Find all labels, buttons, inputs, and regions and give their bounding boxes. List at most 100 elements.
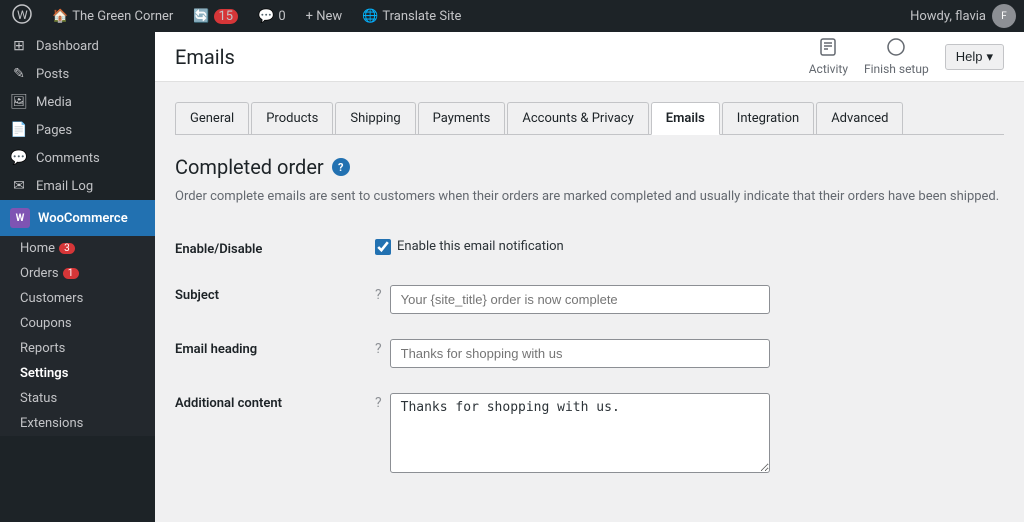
- howdy-section[interactable]: Howdy, flavia F: [910, 4, 1016, 28]
- tab-products[interactable]: Products: [251, 102, 333, 134]
- subject-field-row: ?: [375, 285, 1004, 314]
- sidebar-item-comments[interactable]: 💬 Comments: [0, 144, 155, 172]
- woo-sub-reports[interactable]: Reports: [0, 336, 155, 361]
- comments-nav-icon: 💬: [10, 150, 28, 166]
- updates-item[interactable]: 🔄 15: [189, 9, 242, 24]
- woo-sub-settings[interactable]: Settings: [0, 361, 155, 386]
- subject-label: Subject: [175, 272, 375, 326]
- sidebar-item-pages[interactable]: 📄 Pages: [0, 116, 155, 144]
- woo-sub-orders[interactable]: Orders 1: [0, 261, 155, 286]
- help-label: Help: [956, 49, 983, 64]
- page-title: Emails: [175, 45, 235, 69]
- section-description: Order complete emails are sent to custom…: [175, 187, 1004, 207]
- content-header: Emails Activity Finish setup Help ▾: [155, 32, 1024, 82]
- site-icon: 🏠: [52, 9, 68, 24]
- pages-icon: 📄: [10, 122, 28, 138]
- subject-help-icon[interactable]: ?: [375, 287, 382, 303]
- media-icon: 🖼: [10, 94, 28, 110]
- section-title: Completed order ?: [175, 155, 1004, 179]
- sidebar-item-label: Email Log: [36, 179, 93, 194]
- sidebar-item-label: Comments: [36, 151, 100, 166]
- additional-content-row: Additional content ?: [175, 380, 1004, 485]
- chevron-down-icon: ▾: [986, 49, 993, 65]
- main-content: General Products Shipping Payments Accou…: [155, 82, 1024, 522]
- avatar: F: [992, 4, 1016, 28]
- sidebar-item-label: Pages: [36, 123, 72, 138]
- additional-content-help-icon[interactable]: ?: [375, 395, 382, 411]
- tab-shipping[interactable]: Shipping: [335, 102, 415, 134]
- woo-sub-extensions[interactable]: Extensions: [0, 411, 155, 436]
- comments-item[interactable]: 💬 0: [254, 9, 290, 24]
- tab-general[interactable]: General: [175, 102, 249, 134]
- help-button[interactable]: Help ▾: [945, 44, 1004, 70]
- email-heading-label: Email heading: [175, 326, 375, 380]
- enable-disable-row: Enable/Disable Enable this email notific…: [175, 227, 1004, 273]
- section-title-text: Completed order: [175, 155, 324, 179]
- email-heading-row: Email heading ?: [175, 326, 1004, 380]
- additional-content-label: Additional content: [175, 380, 375, 485]
- finish-setup-icon: [886, 37, 906, 60]
- sidebar-item-label: Dashboard: [36, 39, 99, 54]
- additional-content-field-row: ?: [375, 393, 1004, 473]
- svg-text:W: W: [17, 8, 28, 22]
- woo-settings-label: Settings: [20, 366, 68, 381]
- enable-checkbox-label: Enable this email notification: [397, 239, 564, 254]
- woo-home-label: Home: [20, 241, 55, 256]
- subject-row: Subject ?: [175, 272, 1004, 326]
- updates-icon: 🔄: [193, 9, 209, 24]
- sidebar-item-media[interactable]: 🖼 Media: [0, 88, 155, 116]
- wp-logo-icon: W: [12, 4, 32, 29]
- sidebar-item-email-log[interactable]: ✉ Email Log: [0, 172, 155, 200]
- settings-form: Enable/Disable Enable this email notific…: [175, 227, 1004, 486]
- activity-label: Activity: [809, 62, 848, 76]
- sidebar-item-dashboard[interactable]: ⊞ Dashboard: [0, 32, 155, 60]
- tab-integration[interactable]: Integration: [722, 102, 814, 134]
- activity-icon: [818, 37, 838, 60]
- enable-disable-field: Enable this email notification: [375, 239, 1004, 255]
- woo-icon: W: [10, 208, 30, 228]
- admin-bar: W 🏠 The Green Corner 🔄 15 💬 0 + New 🌐 Tr…: [0, 0, 1024, 32]
- email-heading-input[interactable]: [390, 339, 770, 368]
- dashboard-icon: ⊞: [10, 38, 28, 54]
- content-area: Emails Activity Finish setup Help ▾: [155, 32, 1024, 522]
- finish-setup-label: Finish setup: [864, 62, 929, 76]
- woo-sub-customers[interactable]: Customers: [0, 286, 155, 311]
- woocommerce-header[interactable]: W WooCommerce: [0, 200, 155, 236]
- site-name[interactable]: 🏠 The Green Corner: [48, 9, 177, 24]
- translate-icon: 🌐: [362, 9, 378, 24]
- activity-button[interactable]: Activity: [809, 37, 848, 76]
- sidebar-item-label: Posts: [36, 67, 69, 82]
- tab-payments[interactable]: Payments: [418, 102, 506, 134]
- comments-icon: 💬: [258, 9, 274, 24]
- sidebar-item-label: Media: [36, 95, 72, 110]
- tab-advanced[interactable]: Advanced: [816, 102, 903, 134]
- sidebar-item-posts[interactable]: ✎ Posts: [0, 60, 155, 88]
- enable-checkbox[interactable]: [375, 239, 391, 255]
- email-section: Completed order ? Order complete emails …: [175, 155, 1004, 486]
- woo-extensions-label: Extensions: [20, 416, 83, 431]
- woo-status-label: Status: [20, 391, 57, 406]
- translate-item[interactable]: 🌐 Translate Site: [358, 9, 465, 24]
- tab-emails[interactable]: Emails: [651, 102, 720, 135]
- woo-sub-coupons[interactable]: Coupons: [0, 311, 155, 336]
- woo-coupons-label: Coupons: [20, 316, 72, 331]
- email-heading-field-row: ?: [375, 339, 1004, 368]
- enable-disable-label: Enable/Disable: [175, 227, 375, 273]
- woocommerce-label: WooCommerce: [38, 211, 128, 226]
- new-item[interactable]: + New: [302, 9, 347, 24]
- subject-input[interactable]: [390, 285, 770, 314]
- tab-accounts-privacy[interactable]: Accounts & Privacy: [507, 102, 648, 134]
- woo-orders-label: Orders: [20, 266, 59, 281]
- posts-icon: ✎: [10, 66, 28, 82]
- additional-content-textarea[interactable]: [390, 393, 770, 473]
- wp-logo-item[interactable]: W: [8, 4, 36, 29]
- woo-reports-label: Reports: [20, 341, 65, 356]
- email-log-icon: ✉: [10, 178, 28, 194]
- finish-setup-button[interactable]: Finish setup: [864, 37, 929, 76]
- woo-sub-home[interactable]: Home 3: [0, 236, 155, 261]
- info-icon[interactable]: ?: [332, 158, 350, 176]
- woo-customers-label: Customers: [20, 291, 83, 306]
- email-heading-help-icon[interactable]: ?: [375, 341, 382, 357]
- sidebar: ⊞ Dashboard ✎ Posts 🖼 Media 📄 Pages 💬 Co…: [0, 32, 155, 522]
- woo-sub-status[interactable]: Status: [0, 386, 155, 411]
